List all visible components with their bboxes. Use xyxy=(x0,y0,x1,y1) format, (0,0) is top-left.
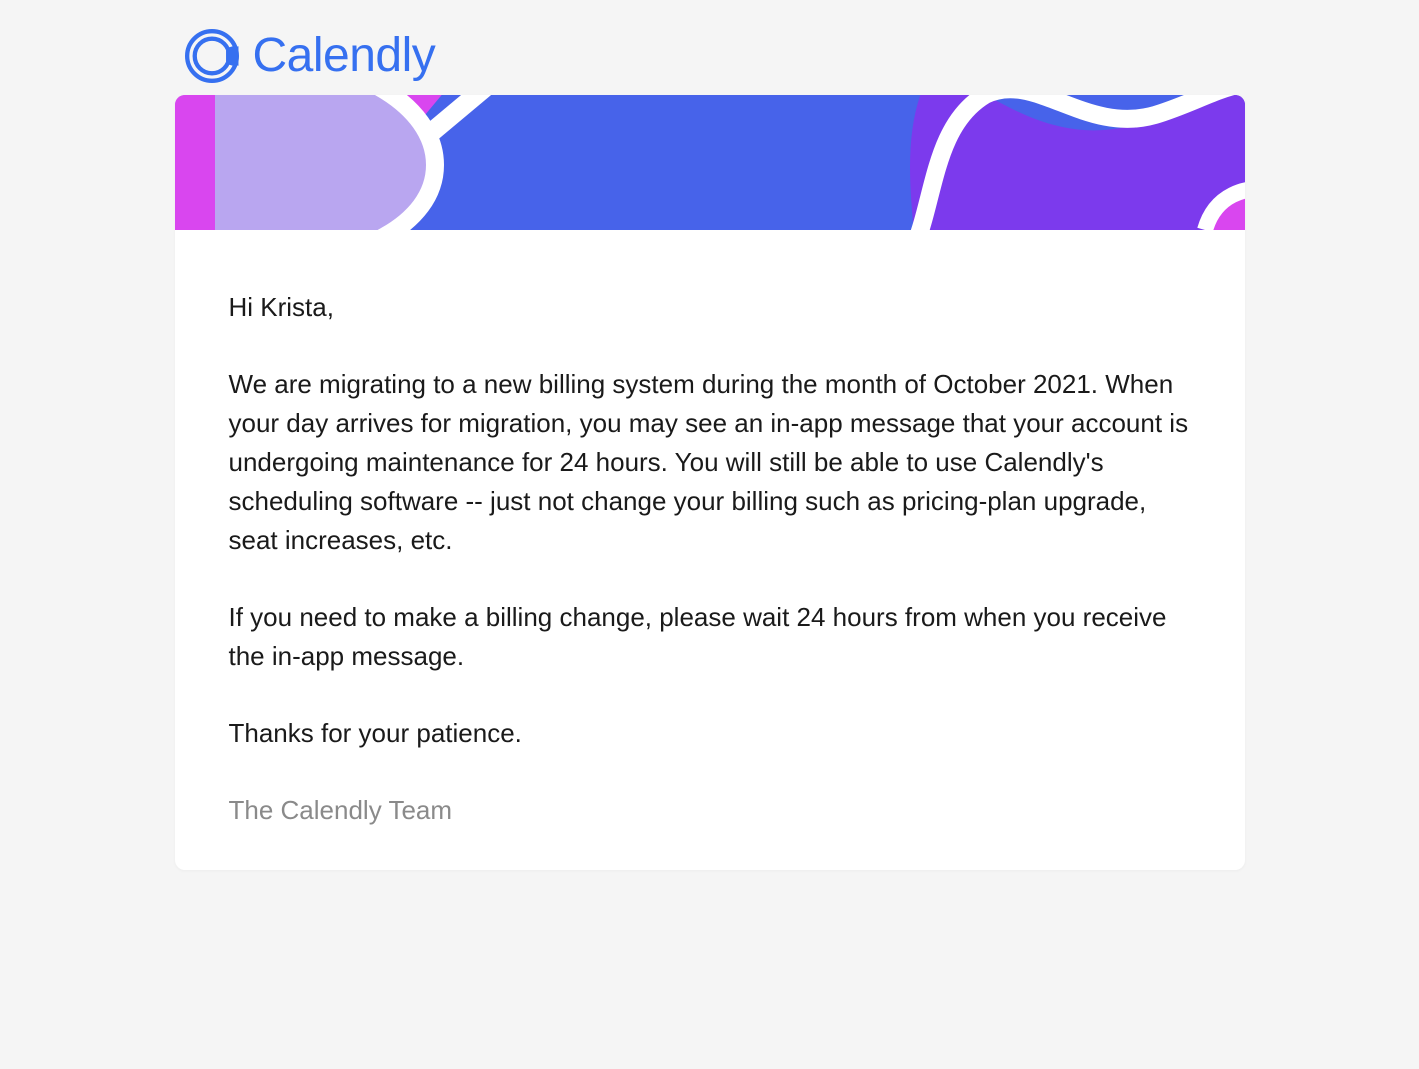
brand-name: Calendly xyxy=(253,28,436,83)
hero-banner xyxy=(175,95,1245,230)
email-card: Hi Krista, We are migrating to a new bil… xyxy=(175,95,1245,870)
greeting: Hi Krista, xyxy=(229,288,1191,327)
paragraph-instruction: If you need to make a billing change, pl… xyxy=(229,598,1191,676)
paragraph-thanks: Thanks for your patience. xyxy=(229,714,1191,753)
signature: The Calendly Team xyxy=(229,791,1191,830)
email-body: Hi Krista, We are migrating to a new bil… xyxy=(175,230,1245,870)
email-container: Calendly Hi Krista, We are migra xyxy=(175,20,1245,870)
paragraph-migration-notice: We are migrating to a new billing system… xyxy=(229,365,1191,560)
calendly-logo-icon xyxy=(185,29,239,83)
brand-logo: Calendly xyxy=(175,20,1245,95)
